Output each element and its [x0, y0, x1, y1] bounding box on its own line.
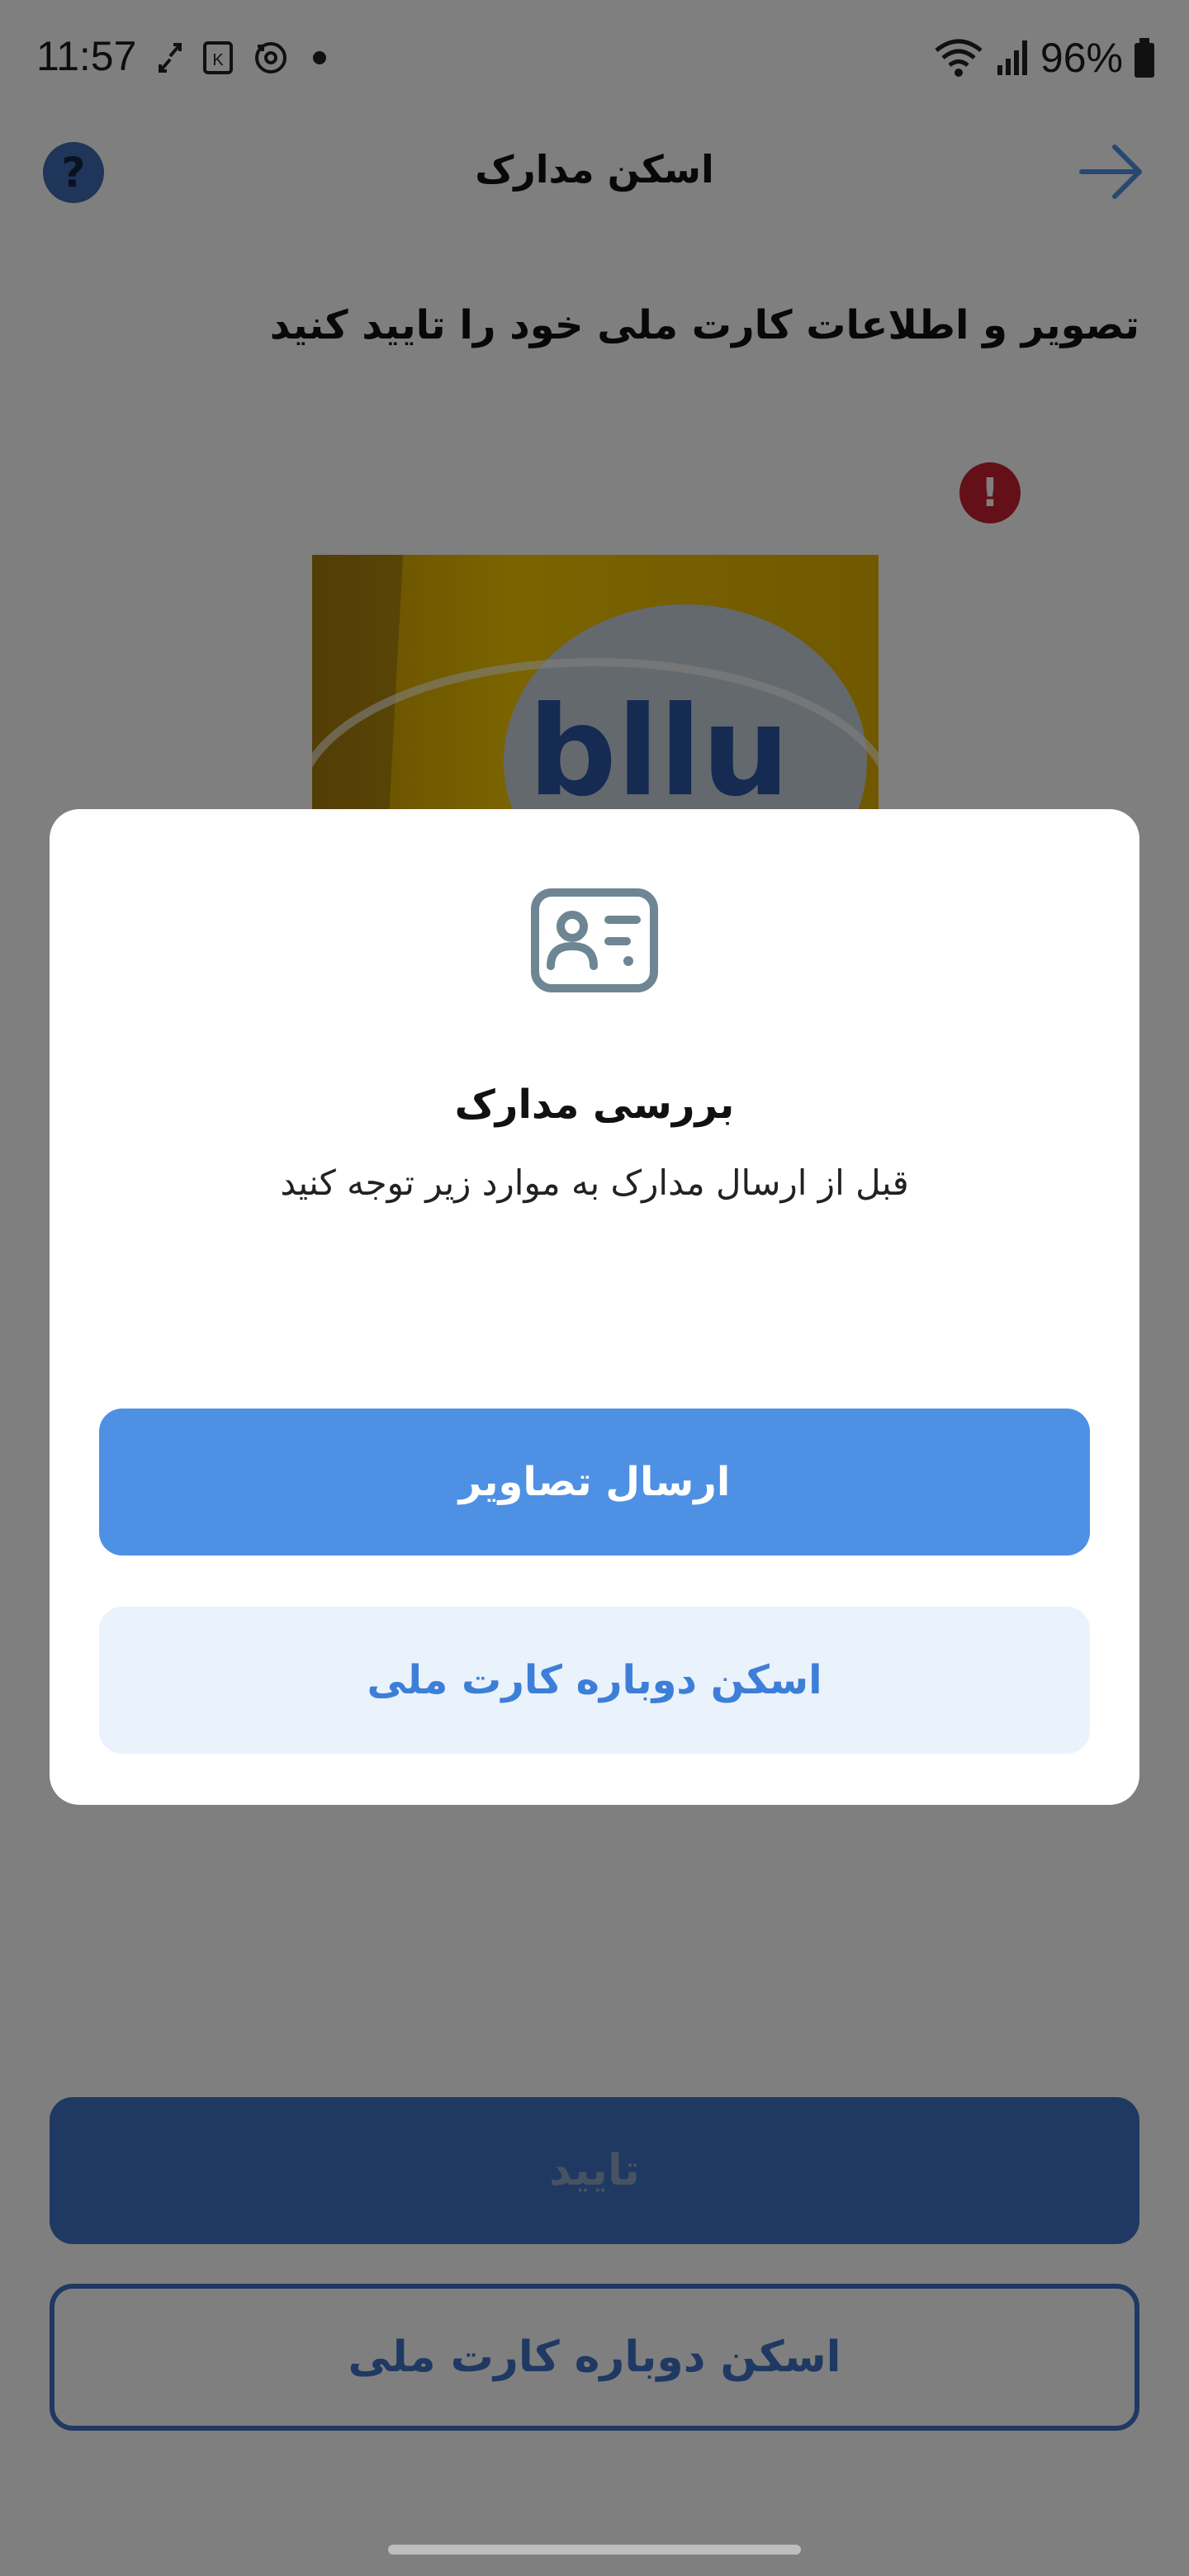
dialog-subtitle: قبل از ارسال مدارک به موارد زیر توجه کنی… [280, 1163, 909, 1203]
review-documents-dialog: بررسی مدارک قبل از ارسال مدارک به موارد … [50, 809, 1139, 1805]
screen: 11:57 K [0, 0, 1189, 2576]
id-card-icon [531, 888, 658, 992]
dialog-title: بررسی مدارک [454, 1082, 735, 1128]
dialog-rescan-card-button[interactable]: اسکن دوباره کارت ملی [99, 1607, 1090, 1754]
home-indicator[interactable] [388, 2545, 801, 2555]
send-images-button[interactable]: ارسال تصاویر [99, 1409, 1090, 1556]
